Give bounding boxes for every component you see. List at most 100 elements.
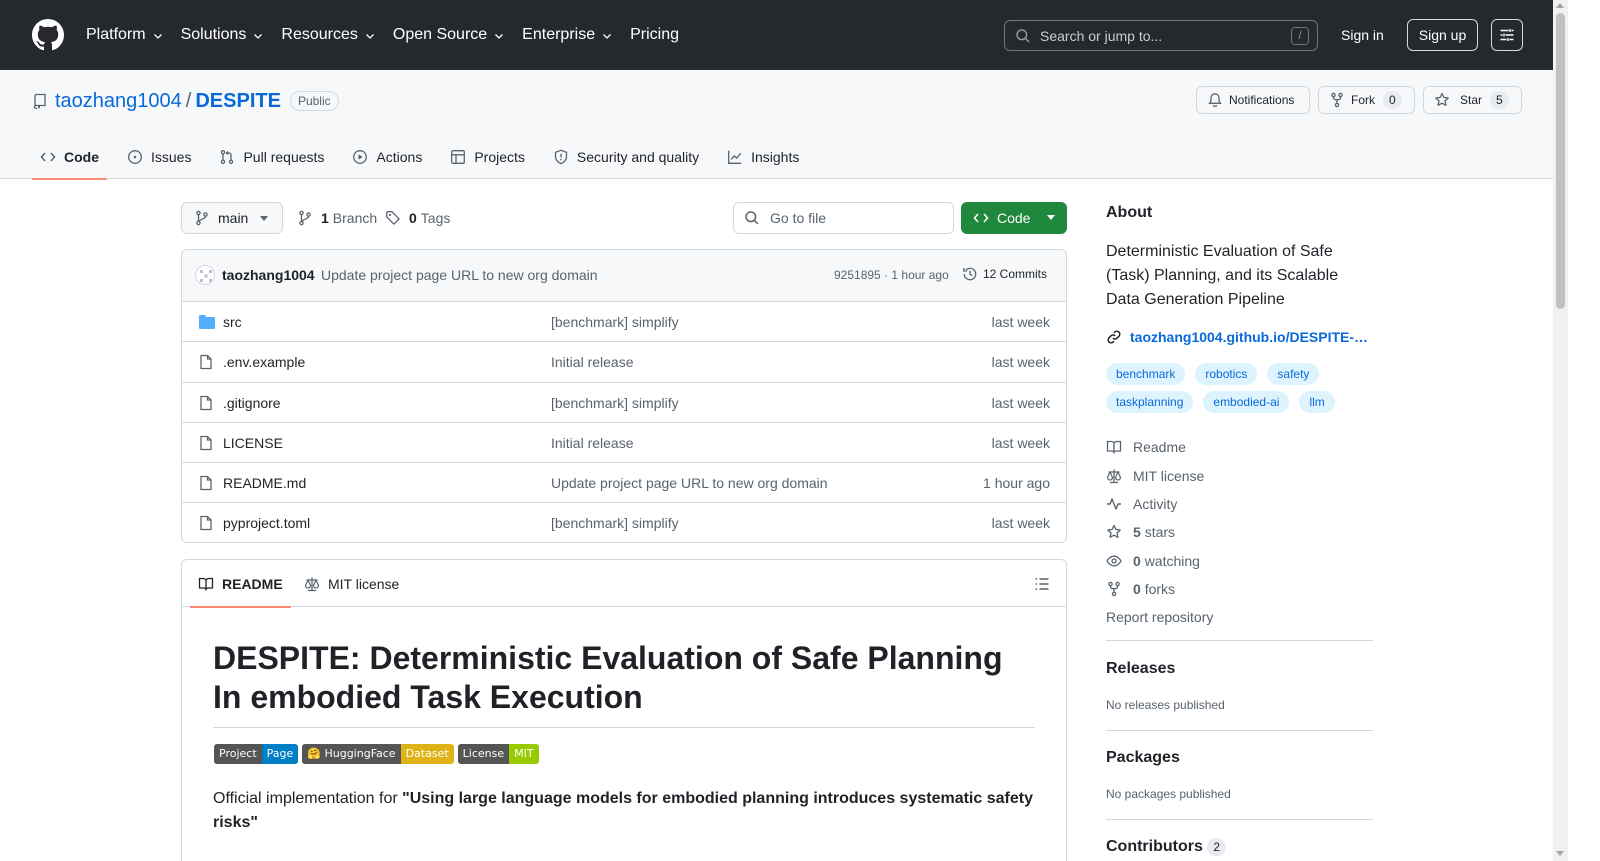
file-icon — [200, 395, 212, 410]
repo-owner-link[interactable]: taozhang1004 — [55, 90, 182, 113]
contributors-heading[interactable]: Contributors 2 — [1106, 838, 1227, 856]
tab-license[interactable]: MIT license — [304, 560, 399, 607]
scroll-up-arrow-icon[interactable] — [1556, 3, 1564, 8]
badge-left: 🤗 HuggingFace — [302, 744, 401, 764]
tab-pull-requests[interactable]: Pull requests — [211, 135, 332, 179]
file-name-link[interactable]: LICENSE — [223, 435, 283, 451]
tab-insights[interactable]: Insights — [719, 135, 807, 179]
commit-author-link[interactable]: taozhang1004 — [222, 267, 315, 283]
scroll-down-arrow-icon[interactable] — [1556, 851, 1564, 856]
tab-readme[interactable]: README — [190, 560, 291, 608]
activity-link[interactable]: Activity — [1106, 490, 1373, 518]
fork-button[interactable]: Fork 0 — [1318, 86, 1415, 114]
file-commit-time: last week — [991, 434, 1050, 451]
branches-link[interactable]: 1 Branch — [297, 202, 377, 234]
latest-commit-bar: taozhang1004 Update project page URL to … — [182, 250, 1066, 302]
code-icon — [40, 152, 56, 162]
nav-resources[interactable]: Resources — [281, 26, 375, 44]
topic-tag[interactable]: embodied-ai — [1203, 391, 1290, 413]
table-icon — [451, 150, 466, 164]
table-row[interactable]: README.md Update project page URL to new… — [182, 463, 1066, 504]
avatar[interactable] — [195, 265, 215, 285]
huggingface-dataset-badge[interactable]: 🤗 HuggingFace Dataset — [302, 744, 454, 764]
topic-tag[interactable]: llm — [1299, 391, 1335, 413]
nav-platform[interactable]: Platform — [86, 26, 164, 44]
tab-label: Pull requests — [243, 149, 325, 165]
report-repository-link[interactable]: Report repository — [1106, 603, 1373, 631]
file-name-link[interactable]: .env.example — [223, 354, 305, 370]
releases-heading[interactable]: Releases — [1106, 660, 1175, 678]
tags-link[interactable]: 0 Tags — [385, 202, 450, 234]
table-row[interactable]: LICENSE Initial release last week — [182, 423, 1066, 464]
file-name-link[interactable]: pyproject.toml — [223, 515, 310, 531]
topic-tag[interactable]: benchmark — [1106, 363, 1186, 385]
star-icon — [1435, 92, 1449, 106]
file-name-link[interactable]: .gitignore — [223, 395, 281, 411]
license-badge[interactable]: License MIT — [457, 744, 539, 764]
go-to-file-input[interactable]: Go to file — [733, 202, 954, 234]
nav-open-source[interactable]: Open Source — [393, 26, 505, 44]
file-name-link[interactable]: src — [223, 314, 242, 330]
code-button-label: Code — [997, 210, 1031, 226]
contributors-count: 2 — [1207, 838, 1227, 856]
tag-icon — [386, 211, 400, 225]
badge-right: MIT — [509, 744, 539, 764]
stars-link[interactable]: 5 stars — [1106, 518, 1373, 546]
packages-heading[interactable]: Packages — [1106, 749, 1180, 767]
file-commit-message-link[interactable]: Update project page URL to new org domai… — [551, 475, 828, 491]
history-icon — [963, 267, 977, 281]
nav-label: Resources — [281, 26, 358, 43]
commits-history-link[interactable]: 12 Commits — [962, 266, 1047, 282]
readme-badges: Project Page 🤗 HuggingFace Dataset License… — [214, 744, 539, 764]
tab-code[interactable]: Code — [32, 135, 107, 180]
license-link[interactable]: MIT license — [1106, 461, 1373, 489]
github-logo-icon[interactable] — [32, 19, 64, 51]
git-branch-icon — [196, 210, 208, 226]
tab-actions[interactable]: Actions — [344, 135, 430, 179]
repo-meta-list: Readme MIT license Activity 5 stars 0 wa… — [1106, 433, 1373, 631]
branch-name: main — [218, 210, 249, 226]
file-commit-message-link[interactable]: [benchmark] simplify — [551, 395, 679, 411]
repo-name-link[interactable]: DESPITE — [195, 90, 281, 113]
nav-pricing[interactable]: Pricing — [630, 26, 679, 44]
file-commit-message-link[interactable]: Initial release — [551, 435, 634, 451]
outline-list-icon[interactable] — [1034, 576, 1050, 592]
chevron-down-icon — [254, 34, 263, 39]
global-search-input[interactable]: Search or jump to... / — [1004, 20, 1318, 51]
commit-hash-time[interactable]: 9251895 · 1 hour ago — [834, 268, 949, 282]
forks-link[interactable]: 0 forks — [1106, 575, 1373, 603]
tab-projects[interactable]: Projects — [442, 135, 533, 179]
scrollbar-thumb[interactable] — [1556, 13, 1565, 309]
table-row[interactable]: .gitignore [benchmark] simplify last wee… — [182, 383, 1066, 423]
project-page-badge[interactable]: Project Page — [214, 744, 299, 764]
nav-solutions[interactable]: Solutions — [181, 26, 265, 44]
homepage-link[interactable]: taozhang1004.github.io/DESPITE-s... — [1106, 329, 1373, 345]
git-branch-icon — [299, 210, 311, 226]
file-commit-message-link[interactable]: [benchmark] simplify — [551, 314, 679, 330]
topic-tag[interactable]: robotics — [1195, 363, 1258, 385]
topic-tag[interactable]: taskplanning — [1106, 391, 1194, 413]
sign-up-button[interactable]: Sign up — [1407, 19, 1478, 51]
appearance-settings-button[interactable] — [1491, 19, 1523, 51]
watchers-link[interactable]: 0 watching — [1106, 547, 1373, 575]
tab-security[interactable]: Security and quality — [545, 135, 707, 179]
notifications-button[interactable]: Notifications — [1196, 86, 1310, 114]
nav-enterprise[interactable]: Enterprise — [522, 26, 613, 44]
code-dropdown-button[interactable]: Code — [961, 202, 1067, 234]
file-commit-message-link[interactable]: Initial release — [551, 354, 634, 370]
tag-count-label: Tags — [420, 210, 451, 226]
branch-selector[interactable]: main — [181, 202, 283, 234]
file-icon — [200, 355, 212, 370]
commit-message-link[interactable]: Update project page URL to new org domai… — [321, 267, 598, 283]
readme-link[interactable]: Readme — [1106, 433, 1373, 461]
sign-in-link[interactable]: Sign in — [1332, 19, 1393, 51]
link-icon — [1107, 330, 1121, 344]
star-button[interactable]: Star 5 — [1423, 86, 1522, 114]
table-row[interactable]: .env.example Initial release last week — [182, 342, 1066, 383]
tab-issues[interactable]: Issues — [119, 135, 199, 179]
file-name-link[interactable]: README.md — [223, 475, 306, 491]
topic-tag[interactable]: safety — [1267, 363, 1320, 385]
file-commit-message-link[interactable]: [benchmark] simplify — [551, 515, 679, 531]
table-row[interactable]: src [benchmark] simplify last week — [182, 302, 1066, 343]
table-row[interactable]: pyproject.toml [benchmark] simplify last… — [182, 503, 1066, 542]
